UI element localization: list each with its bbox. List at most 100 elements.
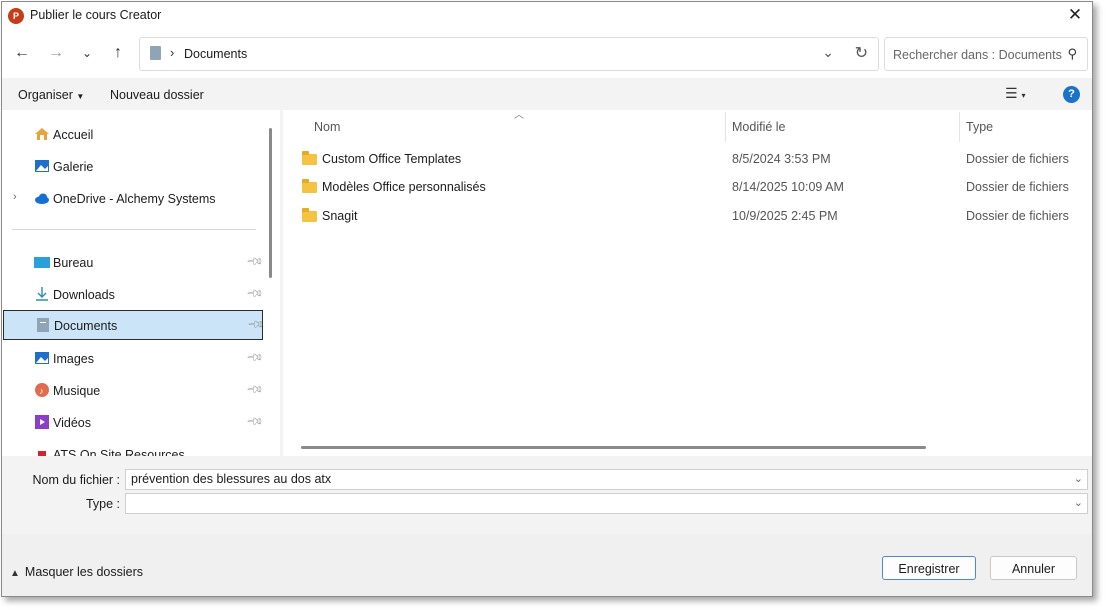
file-row[interactable]: Snagit 10/9/2025 2:45 PM Dossier de fich… bbox=[283, 203, 1092, 231]
sort-ascending-icon: ︿ bbox=[514, 110, 524, 121]
folder-icon bbox=[302, 208, 317, 222]
expand-chevron-icon[interactable]: › bbox=[13, 191, 17, 203]
filename-field[interactable]: ⌄ bbox=[125, 469, 1088, 490]
chevron-down-icon[interactable]: ⌄ bbox=[1074, 472, 1083, 485]
sidebar-item-gallery[interactable]: Galerie bbox=[2, 151, 262, 181]
chevron-down-icon[interactable]: ⌄ bbox=[1074, 496, 1083, 509]
column-separator[interactable] bbox=[725, 112, 726, 142]
save-button[interactable]: Enregistrer bbox=[882, 556, 976, 580]
forward-arrow-icon[interactable]: → bbox=[45, 42, 67, 64]
pin-icon[interactable]: 📌︎ bbox=[245, 380, 264, 399]
sidebar-item-videos[interactable]: Vidéos 📌︎ bbox=[2, 407, 264, 437]
file-list: ︿ Nom Modifié le Type Custom Office Temp… bbox=[283, 110, 1092, 456]
sidebar-item-music[interactable]: ♪ Musique 📌︎ bbox=[2, 375, 264, 405]
gallery-icon bbox=[35, 160, 49, 172]
file-name: Custom Office Templates bbox=[322, 152, 462, 166]
new-folder-button[interactable]: Nouveau dossier bbox=[110, 88, 204, 102]
svg-text:♪: ♪ bbox=[39, 386, 44, 396]
file-name: Modèles Office personnalisés bbox=[322, 180, 486, 194]
file-modified: 8/14/2025 10:09 AM bbox=[732, 180, 844, 194]
desktop-icon bbox=[34, 257, 50, 268]
pin-icon[interactable]: 📌︎ bbox=[245, 412, 264, 431]
title-bar: P Publier le cours Creator ✕ bbox=[2, 2, 1092, 28]
search-placeholder: Rechercher dans : Documents bbox=[893, 48, 1062, 62]
search-input[interactable]: Rechercher dans : Documents ⚲ bbox=[884, 37, 1088, 71]
address-path[interactable]: Documents bbox=[184, 47, 247, 61]
sidebar-item-documents[interactable]: Documents 📌︎ bbox=[3, 310, 265, 340]
column-header-type[interactable]: Type bbox=[966, 120, 993, 134]
filename-input[interactable] bbox=[131, 472, 1061, 486]
cancel-button[interactable]: Annuler bbox=[990, 556, 1077, 580]
document-icon bbox=[37, 318, 49, 332]
file-type: Dossier de fichiers bbox=[966, 180, 1069, 194]
home-icon bbox=[35, 128, 49, 140]
window-title: Publier le cours Creator bbox=[30, 8, 162, 22]
file-name: Snagit bbox=[322, 209, 358, 223]
images-icon bbox=[35, 352, 49, 364]
search-icon[interactable]: ⚲ bbox=[1067, 46, 1077, 62]
sidebar-item-onedrive[interactable]: › OneDrive - Alchemy Systems bbox=[2, 183, 262, 213]
pin-icon[interactable]: 📌︎ bbox=[245, 348, 264, 367]
organize-menu[interactable]: Organiser ▼ bbox=[18, 88, 84, 102]
file-modified: 10/9/2025 2:45 PM bbox=[732, 209, 838, 223]
sidebar-item-label: Vidéos bbox=[53, 416, 91, 430]
close-button[interactable]: ✕ bbox=[1062, 3, 1088, 27]
document-icon bbox=[150, 46, 161, 60]
sidebar-scrollbar[interactable] bbox=[269, 128, 272, 278]
sidebar-divider bbox=[12, 229, 256, 230]
navigation-bar: ← → ⌄ ↑ › Documents ⌄ ↻ Rechercher dans … bbox=[2, 28, 1092, 78]
video-icon bbox=[35, 415, 49, 429]
pin-icon[interactable]: 📌︎ bbox=[246, 315, 265, 334]
pin-icon[interactable]: 📌︎ bbox=[245, 252, 264, 271]
up-arrow-icon[interactable]: ↑ bbox=[107, 42, 129, 64]
sidebar-item-images[interactable]: Images 📌︎ bbox=[2, 343, 264, 373]
shortcut-icon bbox=[38, 451, 46, 456]
file-row[interactable]: Custom Office Templates 8/5/2024 3:53 PM… bbox=[283, 146, 1092, 174]
sidebar-item-label: Galerie bbox=[53, 160, 94, 174]
folder-icon bbox=[302, 151, 317, 165]
caret-down-icon: ▼ bbox=[76, 92, 85, 101]
recent-chevron-icon[interactable]: ⌄ bbox=[76, 42, 98, 64]
sidebar-item-label: ATS On Site Resources bbox=[53, 448, 185, 456]
column-separator[interactable] bbox=[959, 112, 960, 142]
sidebar-item-label: Musique bbox=[53, 384, 101, 398]
chevron-down-icon[interactable]: ⌄ bbox=[822, 44, 834, 61]
file-type: Dossier de fichiers bbox=[966, 152, 1069, 166]
help-icon[interactable]: ? bbox=[1063, 86, 1080, 103]
refresh-icon[interactable]: ↻ bbox=[855, 43, 868, 63]
organize-label: Organiser bbox=[18, 88, 73, 102]
type-label: Type : bbox=[85, 497, 120, 511]
file-type: Dossier de fichiers bbox=[966, 209, 1069, 223]
file-modified: 8/5/2024 3:53 PM bbox=[732, 152, 831, 166]
view-options-icon[interactable]: ☰ ▾ bbox=[1005, 85, 1025, 102]
type-select[interactable]: ⌄ bbox=[125, 493, 1088, 514]
horizontal-scrollbar[interactable] bbox=[301, 446, 926, 449]
hide-folders-toggle[interactable]: ▲ Masquer les dossiers bbox=[10, 565, 143, 579]
chevron-up-icon: ▲ bbox=[10, 568, 20, 579]
command-toolbar: Organiser ▼ Nouveau dossier ☰ ▾ ? bbox=[2, 78, 1092, 110]
sidebar-item-label: Documents bbox=[54, 319, 118, 333]
hide-folders-label: Masquer les dossiers bbox=[24, 565, 144, 579]
cloud-icon bbox=[35, 193, 49, 204]
chevron-right-icon[interactable]: › bbox=[170, 45, 174, 60]
pin-icon[interactable]: 📌︎ bbox=[245, 284, 264, 303]
download-icon bbox=[36, 287, 48, 301]
sidebar-item-label: Downloads bbox=[53, 288, 115, 302]
file-row[interactable]: Modèles Office personnalisés 8/14/2025 1… bbox=[283, 174, 1092, 202]
sidebar-item-label: Accueil bbox=[53, 128, 94, 142]
save-form: Nom du fichier : ⌄ Type : ⌄ bbox=[2, 456, 1092, 534]
save-dialog: P Publier le cours Creator ✕ ← → ⌄ ↑ › D… bbox=[1, 1, 1093, 597]
music-icon: ♪ bbox=[35, 383, 49, 397]
navigation-pane: Accueil Galerie › OneDrive - Alchemy Sys… bbox=[2, 110, 280, 456]
sidebar-item-home[interactable]: Accueil bbox=[2, 119, 262, 149]
sidebar-item-label: Images bbox=[53, 352, 94, 366]
sidebar-item-desktop[interactable]: Bureau 📌︎ bbox=[2, 247, 264, 277]
column-header-name[interactable]: Nom bbox=[314, 120, 340, 134]
sidebar-item-label: Bureau bbox=[53, 256, 94, 270]
sidebar-item-downloads[interactable]: Downloads 📌︎ bbox=[2, 279, 264, 309]
column-header-modified[interactable]: Modifié le bbox=[732, 120, 786, 134]
sidebar-item-ats-resources[interactable]: ATS On Site Resources bbox=[2, 439, 262, 456]
filename-label: Nom du fichier : bbox=[32, 473, 120, 487]
address-bar[interactable]: › Documents ⌄ ↻ bbox=[139, 37, 879, 71]
back-arrow-icon[interactable]: ← bbox=[11, 42, 33, 64]
